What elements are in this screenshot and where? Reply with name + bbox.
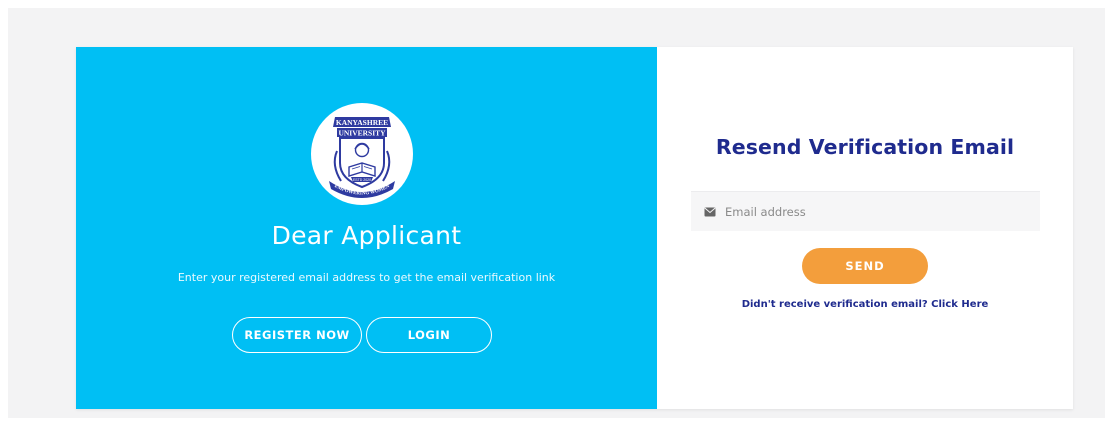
verification-card: KANYASHREE UNIVERSITY ESTD 2020 EMPOWERI…: [76, 47, 1073, 409]
login-button[interactable]: LOGIN: [366, 317, 492, 353]
email-input-wrapper: [691, 191, 1040, 231]
welcome-panel: KANYASHREE UNIVERSITY ESTD 2020 EMPOWERI…: [76, 47, 657, 409]
welcome-subtitle: Enter your registered email address to g…: [177, 271, 556, 284]
logo-ribbon-text: ESTD 2020: [353, 178, 371, 182]
register-now-button[interactable]: REGISTER NOW: [232, 317, 362, 353]
resend-form-panel: Resend Verification Email SEND Didn't re…: [657, 47, 1073, 409]
welcome-heading: Dear Applicant: [271, 221, 462, 250]
university-logo: KANYASHREE UNIVERSITY ESTD 2020 EMPOWERI…: [311, 103, 413, 205]
auth-buttons: REGISTER NOW LOGIN: [232, 317, 492, 353]
university-crest-logo: KANYASHREE UNIVERSITY ESTD 2020 EMPOWERI…: [312, 104, 412, 204]
resend-help-link[interactable]: Didn't receive verification email? Click…: [657, 299, 1073, 310]
envelope-icon: [704, 207, 716, 216]
email-input[interactable]: [725, 204, 1025, 219]
logo-top-text: KANYASHREE: [336, 118, 388, 127]
page-background: KANYASHREE UNIVERSITY ESTD 2020 EMPOWERI…: [8, 8, 1105, 418]
send-button[interactable]: SEND: [802, 248, 928, 284]
form-title: Resend Verification Email: [715, 135, 1015, 159]
logo-middle-text: UNIVERSITY: [338, 129, 386, 138]
